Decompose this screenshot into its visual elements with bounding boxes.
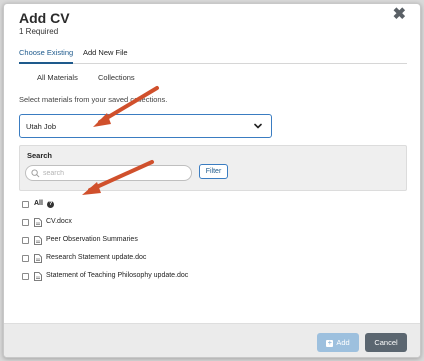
required-count: 1 Required bbox=[19, 27, 59, 36]
search-icon bbox=[31, 169, 40, 178]
help-icon[interactable]: ? bbox=[47, 201, 54, 208]
add-button[interactable]: + Add bbox=[317, 333, 359, 352]
search-panel: Search Filter bbox=[19, 145, 407, 191]
subtab-collections[interactable]: Collections bbox=[98, 73, 135, 82]
modal-footer: + Add Cancel bbox=[4, 323, 420, 357]
subtab-all-materials[interactable]: All Materials bbox=[37, 73, 78, 82]
add-button-label: Add bbox=[336, 338, 350, 347]
material-subtabs: All Materials Collections bbox=[19, 73, 407, 85]
instructions-text: Select materials from your saved collect… bbox=[19, 95, 168, 104]
item-checkbox[interactable] bbox=[22, 237, 29, 244]
close-icon[interactable]: ✖ bbox=[393, 7, 406, 23]
list-item: Research Statement update.doc bbox=[22, 254, 402, 264]
select-all-row: All ? bbox=[22, 200, 402, 210]
tab-add-new-file[interactable]: Add New File bbox=[83, 47, 128, 64]
item-label: Statement of Teaching Philosophy update.… bbox=[46, 272, 189, 279]
document-icon bbox=[34, 254, 42, 263]
cancel-button[interactable]: Cancel bbox=[365, 333, 407, 352]
select-all-label: All bbox=[34, 200, 43, 207]
document-icon bbox=[34, 218, 42, 227]
item-checkbox[interactable] bbox=[22, 219, 29, 226]
search-label: Search bbox=[27, 151, 53, 160]
filter-button[interactable]: Filter bbox=[199, 164, 228, 179]
select-all-checkbox[interactable] bbox=[22, 201, 29, 208]
list-item: Statement of Teaching Philosophy update.… bbox=[22, 272, 402, 282]
item-label: CV.docx bbox=[46, 218, 72, 225]
collection-select[interactable]: Utah Job bbox=[19, 114, 272, 138]
list-item: Peer Observation Summaries bbox=[22, 236, 402, 246]
search-field[interactable] bbox=[25, 165, 192, 181]
list-item: CV.docx bbox=[22, 218, 402, 228]
item-label: Research Statement update.doc bbox=[46, 254, 147, 261]
tab-choose-existing[interactable]: Choose Existing bbox=[19, 47, 74, 64]
tab-bar: Choose Existing Add New File bbox=[19, 47, 407, 64]
search-input[interactable] bbox=[43, 167, 183, 179]
modal-title: Add CV bbox=[19, 10, 70, 26]
plus-icon: + bbox=[326, 340, 334, 347]
collection-select-value: Utah Job bbox=[26, 122, 57, 131]
chevron-down-icon bbox=[254, 123, 262, 129]
item-label: Peer Observation Summaries bbox=[46, 236, 138, 243]
document-icon bbox=[34, 272, 42, 281]
item-checkbox[interactable] bbox=[22, 255, 29, 262]
item-checkbox[interactable] bbox=[22, 273, 29, 280]
add-cv-modal: Add CV 1 Required ✖ Choose Existing Add … bbox=[3, 3, 421, 358]
document-icon bbox=[34, 236, 42, 245]
